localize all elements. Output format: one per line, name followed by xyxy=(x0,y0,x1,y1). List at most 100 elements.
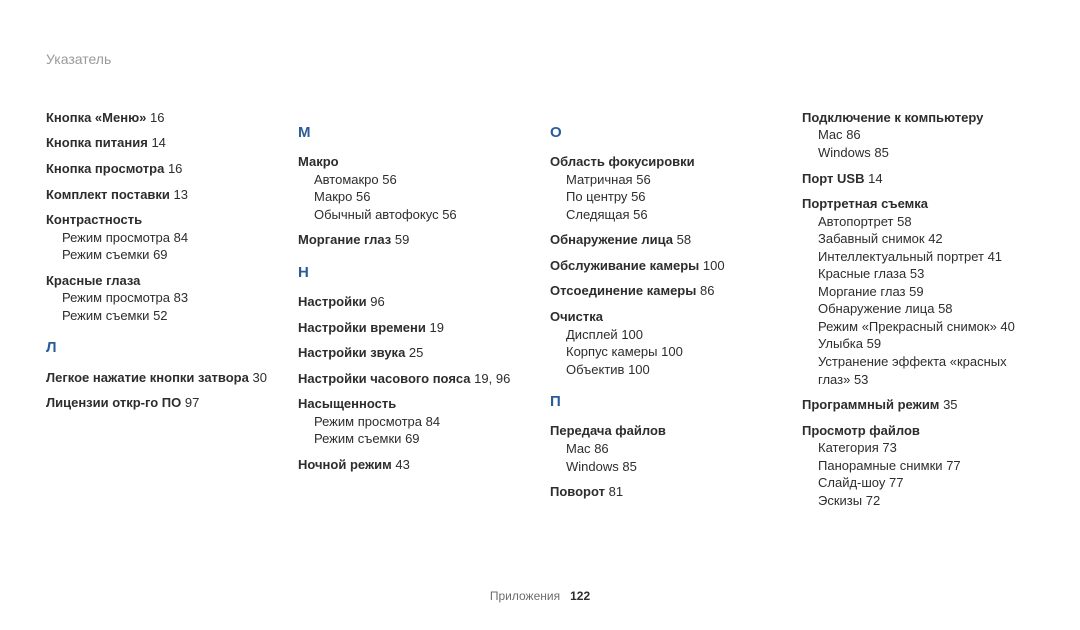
index-entry-page: 59 xyxy=(395,232,409,247)
index-entry: Подключение к компьютеруMac 86Windows 85 xyxy=(802,109,1034,162)
index-entry-title: Поворот 81 xyxy=(550,483,782,501)
index-subentry: Следящая 56 xyxy=(566,206,782,224)
index-subentry-text: Слайд-шоу xyxy=(818,475,885,490)
index-entry: МакроАвтомакро 56Макро 56Обычный автофок… xyxy=(298,153,530,223)
index-entry-title-text: Настройки звука xyxy=(298,345,405,360)
index-entry: ОчисткаДисплей 100Корпус камеры 100Объек… xyxy=(550,308,782,378)
index-subentry-text: Режим съемки xyxy=(62,247,149,262)
index-entry-title-text: Легкое нажатие кнопки затвора xyxy=(46,370,249,385)
index-subentry-text: Корпус камеры xyxy=(566,344,657,359)
index-subentry-page: 40 xyxy=(1000,319,1014,334)
index-subentry: Панорамные снимки 77 xyxy=(818,457,1034,475)
index-subentry: Красные глаза 53 xyxy=(818,265,1034,283)
index-entry-title-text: Просмотр файлов xyxy=(802,423,920,438)
index-entry-page: 100 xyxy=(703,258,725,273)
index-subentry: Mac 86 xyxy=(566,440,782,458)
index-entry: Настройки звука 25 xyxy=(298,344,530,362)
index-entry-title-text: Портретная съемка xyxy=(802,196,928,211)
index-subentry-page: 85 xyxy=(874,145,888,160)
index-entry: Обслуживание камеры 100 xyxy=(550,257,782,275)
index-entry-title-text: Поворот xyxy=(550,484,605,499)
index-entry-title: Подключение к компьютеру xyxy=(802,109,1034,127)
index-subentry-page: 100 xyxy=(621,327,643,342)
index-entry-title: Макро xyxy=(298,153,530,171)
index-entry-title-text: Кнопка питания xyxy=(46,135,148,150)
index-subentry-page: 84 xyxy=(426,414,440,429)
index-subentry-text: Моргание глаз xyxy=(818,284,906,299)
index-entry: НасыщенностьРежим просмотра 84Режим съем… xyxy=(298,395,530,448)
index-entry: Лицензии откр-го ПО 97 xyxy=(46,394,278,412)
index-subentry-text: Автопортрет xyxy=(818,214,893,229)
index-subentry: Дисплей 100 xyxy=(566,326,782,344)
index-entry: Моргание глаз 59 xyxy=(298,231,530,249)
index-entry-title-text: Порт USB xyxy=(802,171,864,186)
index-letter: О xyxy=(550,123,782,143)
index-entry-page: 30 xyxy=(252,370,266,385)
index-entry-title-text: Настройки xyxy=(298,294,367,309)
index-entry-page: 13 xyxy=(174,187,188,202)
index-subentry-page: 69 xyxy=(405,431,419,446)
index-entry: Легкое нажатие кнопки затвора 30 xyxy=(46,369,278,387)
index-entry-title: Лицензии откр-го ПО 97 xyxy=(46,394,278,412)
index-entry-title-text: Комплект поставки xyxy=(46,187,170,202)
index-entry-title-text: Ночной режим xyxy=(298,457,392,472)
index-subentry-text: Режим «Прекрасный снимок» xyxy=(818,319,997,334)
index-entry-title: Кнопка просмотра 16 xyxy=(46,160,278,178)
index-entry-title: Обнаружение лица 58 xyxy=(550,231,782,249)
index-entry-title: Область фокусировки xyxy=(550,153,782,171)
index-entry-title: Настройки часового пояса 19, 96 xyxy=(298,370,530,388)
index-entry-title: Программный режим 35 xyxy=(802,396,1034,414)
footer-section: Приложения xyxy=(490,589,560,603)
index-entry: Ночной режим 43 xyxy=(298,456,530,474)
index-subentry-text: Mac xyxy=(566,441,591,456)
index-subentry: Устранение эффекта «красных глаз» 53 xyxy=(818,353,1034,388)
index-entry-title-text: Красные глаза xyxy=(46,273,140,288)
index-entry-page: 81 xyxy=(609,484,623,499)
index-subentry: Mac 86 xyxy=(818,126,1034,144)
index-subentry-page: 84 xyxy=(174,230,188,245)
index-entry-title-text: Настройки часового пояса xyxy=(298,371,471,386)
index-entry-page: 43 xyxy=(395,457,409,472)
index-entry: Поворот 81 xyxy=(550,483,782,501)
index-entry-title: Настройки времени 19 xyxy=(298,319,530,337)
index-entry: Просмотр файловКатегория 73Панорамные сн… xyxy=(802,422,1034,510)
index-entry-title-text: Подключение к компьютеру xyxy=(802,110,983,125)
index-subentry-text: Обычный автофокус xyxy=(314,207,439,222)
index-entry: Передача файловMac 86Windows 85 xyxy=(550,422,782,475)
index-subentry: Моргание глаз 59 xyxy=(818,283,1034,301)
index-subentry: Объектив 100 xyxy=(566,361,782,379)
index-entry: Настройки 96 xyxy=(298,293,530,311)
index-subentry-page: 56 xyxy=(631,189,645,204)
index-entry-title-text: Отсоединение камеры xyxy=(550,283,696,298)
index-subentry: Обычный автофокус 56 xyxy=(314,206,530,224)
index-entry-page: 86 xyxy=(700,283,714,298)
index-subentry-text: Матричная xyxy=(566,172,633,187)
index-entry-title: Красные глаза xyxy=(46,272,278,290)
index-entry-title: Портретная съемка xyxy=(802,195,1034,213)
index-subentry-page: 59 xyxy=(867,336,881,351)
index-subentry-page: 83 xyxy=(174,290,188,305)
index-subentry-page: 53 xyxy=(910,266,924,281)
index-subentry: Автомакро 56 xyxy=(314,171,530,189)
index-subentry-page: 52 xyxy=(153,308,167,323)
index-subentry-page: 58 xyxy=(897,214,911,229)
index-entry-page: 16 xyxy=(168,161,182,176)
index-entry-title: Очистка xyxy=(550,308,782,326)
index-entry: Кнопка просмотра 16 xyxy=(46,160,278,178)
page: Указатель Кнопка «Меню» 16 Кнопка питания… xyxy=(0,0,1080,630)
index-subentry-text: Устранение эффекта «красных глаз» xyxy=(818,354,1007,387)
index-subentry-page: 41 xyxy=(988,249,1002,264)
index-entry-title: Моргание глаз 59 xyxy=(298,231,530,249)
index-entry-page: 19 xyxy=(430,320,444,335)
index-subentry-text: Windows xyxy=(818,145,871,160)
index-entry-title-text: Контрастность xyxy=(46,212,142,227)
index-subentry-page: 42 xyxy=(928,231,942,246)
index-subentry: Корпус камеры 100 xyxy=(566,343,782,361)
index-entry-title: Насыщенность xyxy=(298,395,530,413)
page-header: Указатель xyxy=(46,50,1034,69)
index-subentry: По центру 56 xyxy=(566,188,782,206)
index-entry-title: Кнопка «Меню» 16 xyxy=(46,109,278,127)
index-entry-page: 25 xyxy=(409,345,423,360)
index-subentry-page: 73 xyxy=(882,440,896,455)
index-subentry: Режим съемки 69 xyxy=(62,246,278,264)
